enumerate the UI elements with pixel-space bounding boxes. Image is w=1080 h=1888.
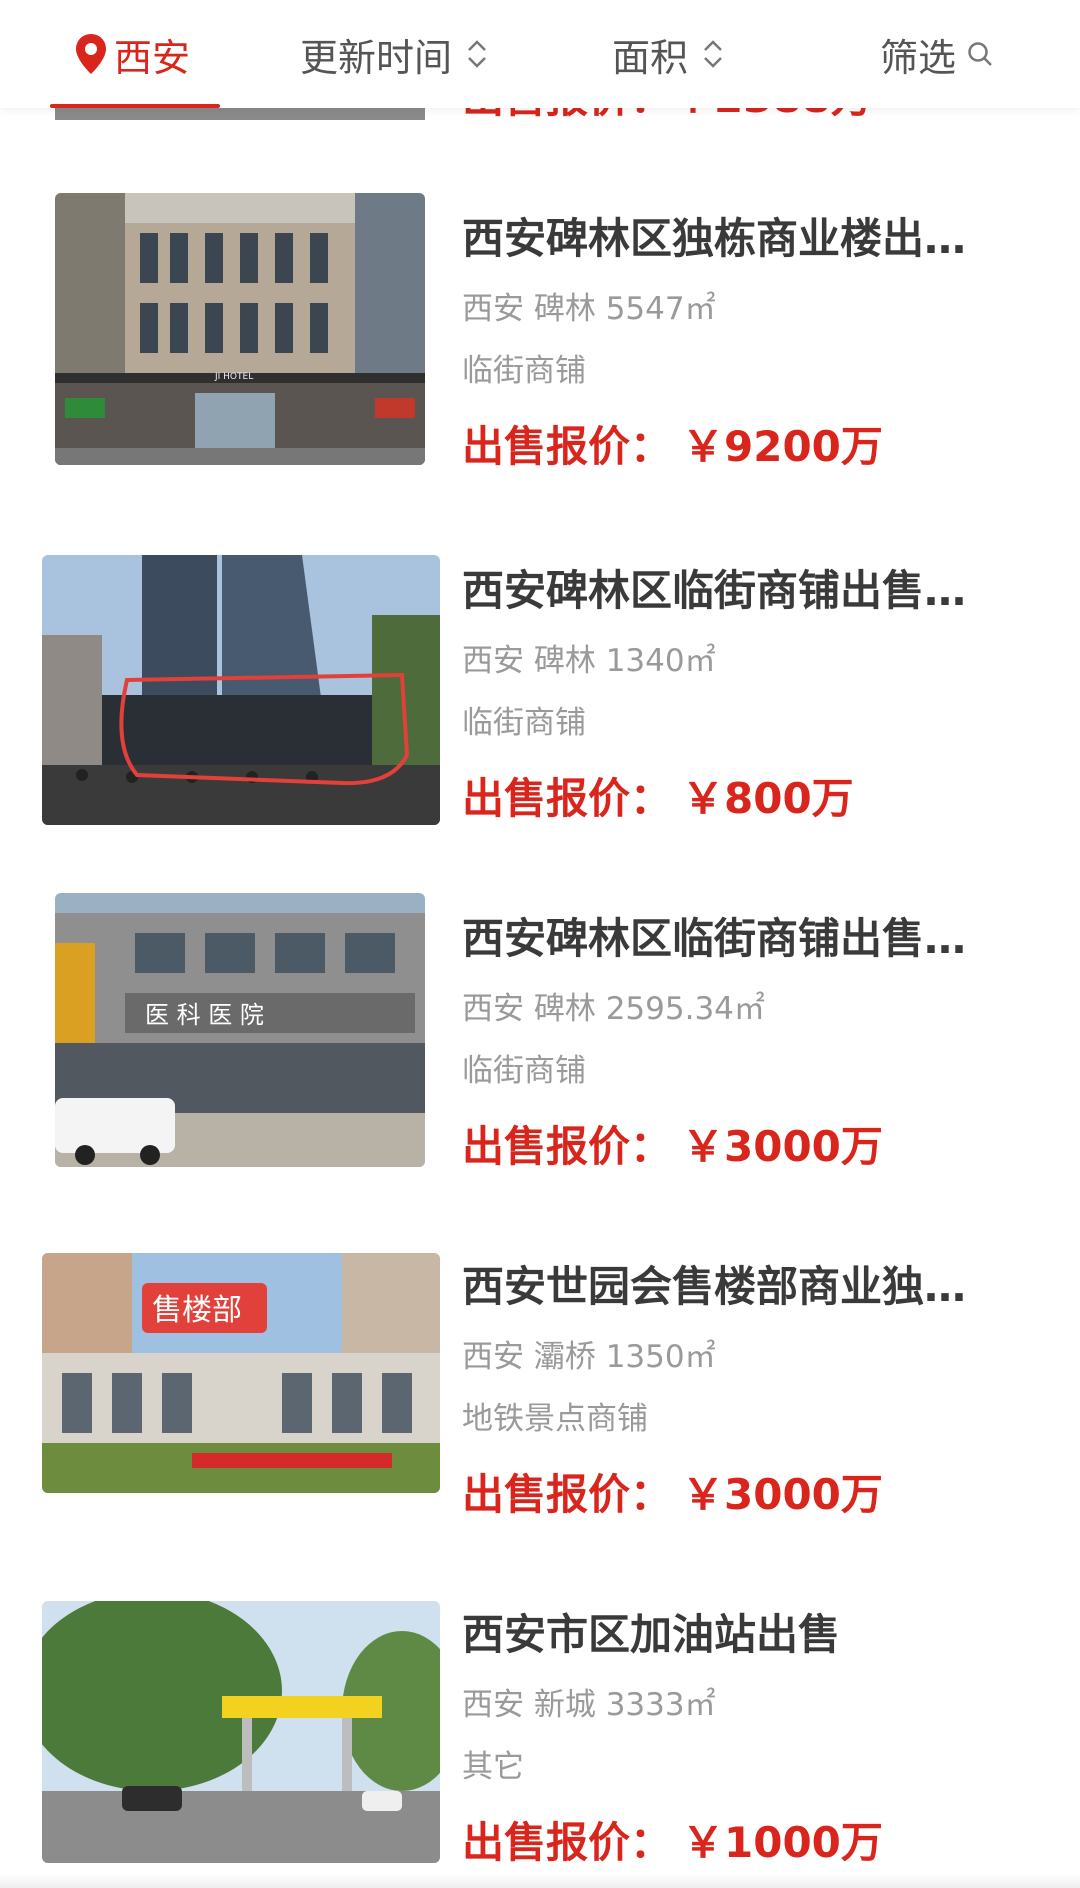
listing-thumbnail[interactable] bbox=[42, 1601, 440, 1863]
active-tab-indicator bbox=[50, 104, 220, 108]
sort-update-time[interactable]: 更新时间 bbox=[300, 0, 488, 108]
filter-bar: 西安 更新时间 面积 筛选 bbox=[0, 0, 1080, 108]
listing-price: 出售报价： ￥1000万 bbox=[462, 1817, 883, 1869]
hospital-building-photo: 医 科 医 院 bbox=[55, 893, 425, 1167]
listing-location-area: 西安 新城 3333㎡ bbox=[462, 1687, 716, 1723]
listing-location-area: 西安 碑林 2595.34㎡ bbox=[462, 991, 765, 1027]
listing-category: 地铁景点商铺 bbox=[462, 1401, 648, 1437]
listing-thumbnail[interactable]: 售楼部 bbox=[42, 1253, 440, 1493]
listing-thumbnail[interactable] bbox=[42, 555, 440, 825]
listing-price: 出售报价： ￥9200万 bbox=[462, 421, 883, 473]
price-value: ￥3000万 bbox=[682, 1122, 883, 1171]
listing-location-area: 西安 灞桥 1350㎡ bbox=[462, 1339, 716, 1375]
filter-button[interactable]: 筛选 bbox=[880, 0, 994, 108]
sort-update-time-label: 更新时间 bbox=[300, 35, 453, 80]
listing-card[interactable]: JI HOTEL 西安碑林区独栋商业楼出… 西安 碑林 5547㎡ 临街商铺 出… bbox=[0, 193, 1080, 483]
filter-label: 筛选 bbox=[880, 35, 957, 80]
sort-area-label: 面积 bbox=[612, 35, 689, 80]
gas-station-photo bbox=[42, 1601, 440, 1863]
price-value: ￥800万 bbox=[682, 774, 854, 823]
listing-category: 临街商铺 bbox=[462, 1053, 586, 1089]
listing-title[interactable]: 西安碑林区临街商铺出售… bbox=[462, 913, 1007, 965]
price-label: 出售报价： bbox=[462, 1470, 673, 1519]
hotel-building-photo: JI HOTEL bbox=[55, 193, 425, 465]
listing-title[interactable]: 西安碑林区独栋商业楼出… bbox=[462, 213, 1007, 265]
price-value: ￥9200万 bbox=[682, 422, 883, 471]
listing-title[interactable]: 西安碑林区临街商铺出售… bbox=[462, 565, 1007, 617]
price-label: 出售报价： bbox=[462, 1122, 673, 1171]
hospital-sign-text: 医 科 医 院 bbox=[145, 1001, 264, 1029]
listing-location-area: 西安 碑林 5547㎡ bbox=[462, 291, 716, 327]
sales-office-sign-text: 售楼部 bbox=[152, 1293, 242, 1328]
sort-updown-icon bbox=[704, 40, 722, 68]
bottom-edge bbox=[0, 1874, 1080, 1888]
search-icon bbox=[968, 42, 992, 66]
listing-price: 出售报价： ￥3000万 bbox=[462, 1121, 883, 1173]
hotel-sign-text: JI HOTEL bbox=[214, 372, 253, 382]
sort-updown-icon bbox=[468, 40, 486, 68]
city-label: 西安 bbox=[114, 35, 191, 80]
listing-title[interactable]: 西安市区加油站出售 bbox=[462, 1609, 1007, 1661]
listing-title[interactable]: 西安世园会售楼部商业独… bbox=[462, 1261, 1007, 1313]
listing-thumbnail[interactable]: 医 科 医 院 bbox=[55, 893, 425, 1167]
tower-building-photo bbox=[42, 555, 440, 825]
listing-location-area: 西安 碑林 1340㎡ bbox=[462, 643, 716, 679]
listing-price: 出售报价： ￥800万 bbox=[462, 773, 854, 825]
listing-price: 出售报价： ￥3000万 bbox=[462, 1469, 883, 1521]
price-value: ￥1000万 bbox=[682, 1818, 883, 1867]
listing-category: 其它 bbox=[462, 1749, 524, 1785]
city-selector[interactable]: 西安 bbox=[74, 0, 190, 108]
price-value: ￥3000万 bbox=[682, 1470, 883, 1519]
listing-card[interactable]: 售楼部 西安世园会售楼部商业独… 西安 灞桥 1350㎡ 地铁景点商铺 出售报价… bbox=[0, 1241, 1080, 1531]
listing-card[interactable]: 医 科 医 院 西安碑林区临街商铺出售… 西安 碑林 2595.34㎡ 临街商铺… bbox=[0, 893, 1080, 1183]
price-label: 出售报价： bbox=[462, 422, 673, 471]
listing-category: 临街商铺 bbox=[462, 353, 586, 389]
sort-area[interactable]: 面积 bbox=[612, 0, 724, 108]
location-pin-icon bbox=[76, 34, 106, 74]
listing-card[interactable]: 西安市区加油站出售 西安 新城 3333㎡ 其它 出售报价： ￥1000万 bbox=[0, 1589, 1080, 1879]
price-label: 出售报价： bbox=[462, 1818, 673, 1867]
listing-category: 临街商铺 bbox=[462, 705, 586, 741]
listing-thumbnail[interactable]: JI HOTEL bbox=[55, 193, 425, 465]
listing-card[interactable]: 西安碑林区临街商铺出售… 西安 碑林 1340㎡ 临街商铺 出售报价： ￥800万 bbox=[0, 545, 1080, 835]
price-label: 出售报价： bbox=[462, 774, 673, 823]
sales-office-photo: 售楼部 bbox=[42, 1253, 440, 1493]
